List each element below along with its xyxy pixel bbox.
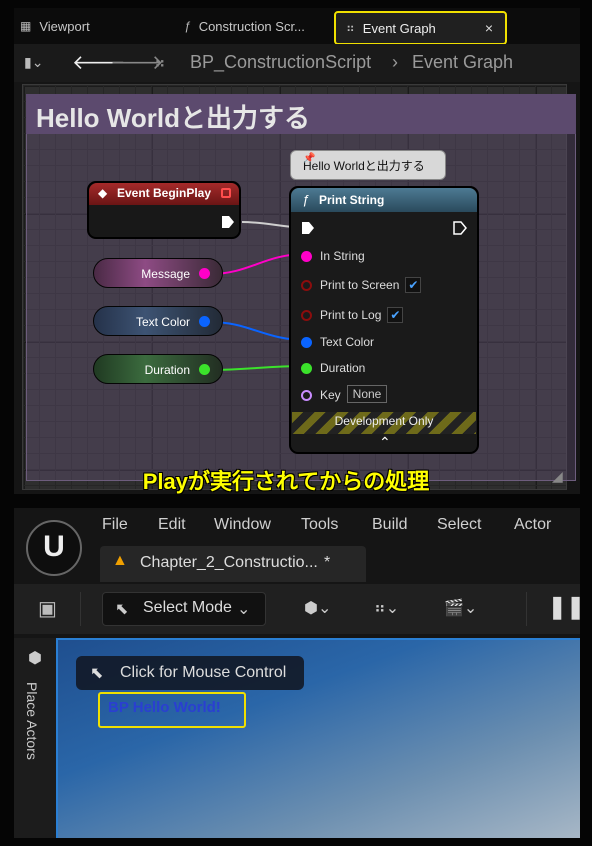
variable-text-color-label: Text Color bbox=[135, 315, 190, 329]
menu-build[interactable]: Build bbox=[372, 516, 408, 534]
pin-key-label: Key bbox=[320, 388, 341, 402]
function-icon: ƒ bbox=[302, 192, 310, 207]
pin-icon[interactable]: 📌 bbox=[303, 153, 441, 164]
pin-print-to-log[interactable]: Print to Log ✔ bbox=[301, 307, 404, 323]
event-icon: ◆ bbox=[98, 186, 108, 200]
menu-tools[interactable]: Tools bbox=[301, 516, 338, 534]
menu-select[interactable]: Select bbox=[437, 516, 481, 534]
print-to-log-checkbox[interactable]: ✔ bbox=[387, 307, 404, 323]
print-string-node[interactable]: ƒ Print String In String Print to Screen… bbox=[290, 187, 478, 453]
float-pin[interactable] bbox=[301, 362, 312, 374]
select-mode-label: Select Mode bbox=[143, 599, 232, 616]
place-actors-panel[interactable]: ⬢ Place Actors bbox=[14, 638, 56, 838]
exec-out-pin[interactable] bbox=[453, 221, 467, 235]
blueprint-icon[interactable]: ⠶⌄ bbox=[374, 598, 399, 618]
pin-print-to-screen[interactable]: Print to Screen ✔ bbox=[301, 277, 422, 293]
save-icon[interactable]: ▣ bbox=[38, 596, 57, 621]
blueprint-editor: ▦ Viewport ƒ Construction Scr... ⠶ Event… bbox=[14, 8, 580, 494]
mouse-cursor-icon: ⬉ bbox=[90, 665, 104, 682]
click-mouse-label: Click for Mouse Control bbox=[120, 664, 287, 681]
event-node-title: Event BeginPlay bbox=[117, 186, 212, 200]
variable-duration-label: Duration bbox=[144, 363, 190, 377]
pin-print-to-screen-label: Print to Screen bbox=[320, 278, 400, 292]
menu-actor[interactable]: Actor bbox=[514, 516, 551, 534]
bool-pin[interactable] bbox=[301, 279, 312, 291]
variable-message-node[interactable]: Message bbox=[93, 258, 223, 288]
name-pin[interactable] bbox=[301, 389, 312, 401]
key-value-field[interactable]: None bbox=[347, 385, 387, 403]
place-actors-label: Place Actors bbox=[24, 682, 40, 760]
pin-duration[interactable]: Duration bbox=[301, 361, 365, 375]
float-pin[interactable] bbox=[199, 364, 210, 375]
event-beginplay-node[interactable]: ◆ Event BeginPlay bbox=[88, 182, 240, 238]
exec-in-pin[interactable] bbox=[301, 221, 315, 235]
annotation-caption: Playが実行されてからの処理 bbox=[142, 469, 430, 494]
click-for-mouse-control-banner[interactable]: ⬉ Click for Mouse Control bbox=[76, 656, 304, 690]
unreal-logo-icon[interactable]: U bbox=[26, 520, 82, 576]
print-to-screen-checkbox[interactable]: ✔ bbox=[405, 277, 422, 293]
cinematics-icon[interactable]: 🎬⌄ bbox=[444, 598, 477, 618]
pin-duration-label: Duration bbox=[320, 361, 366, 375]
variable-text-color-node[interactable]: Text Color bbox=[93, 306, 223, 336]
resize-handle-icon[interactable]: ◢ bbox=[552, 468, 563, 485]
level-icon: ▲ bbox=[112, 552, 128, 569]
delegate-pin-icon[interactable] bbox=[221, 188, 231, 198]
add-actor-icon[interactable]: ⬢⌄ bbox=[304, 598, 331, 618]
chevron-down-icon: ⌄ bbox=[237, 601, 251, 618]
bool-pin[interactable] bbox=[301, 309, 312, 321]
string-pin[interactable] bbox=[199, 268, 210, 279]
color-pin[interactable] bbox=[199, 316, 210, 327]
toolbar-divider bbox=[526, 592, 527, 626]
level-tab[interactable]: ▲ Chapter_2_Constructio... * bbox=[100, 546, 366, 582]
unsaved-indicator: * bbox=[324, 554, 331, 571]
select-mode-dropdown[interactable]: ⬉ Select Mode ⌄ bbox=[102, 592, 266, 626]
color-pin[interactable] bbox=[301, 336, 312, 348]
pause-icon[interactable]: ❚❚ bbox=[548, 594, 580, 620]
pin-in-string-label: In String bbox=[320, 249, 365, 263]
main-toolbar: ▣ ⬢⌄ ⠶⌄ 🎬⌄ ❚❚ bbox=[14, 584, 580, 634]
node-comment-bubble[interactable]: Hello Worldと出力する 📌 bbox=[290, 150, 446, 180]
screenshot-root: ▦ Viewport ƒ Construction Scr... ⠶ Event… bbox=[0, 0, 592, 846]
level-tab-title: Chapter_2_Constructio... bbox=[140, 554, 318, 571]
menu-file[interactable]: File bbox=[102, 516, 128, 534]
pin-print-to-log-label: Print to Log bbox=[320, 308, 382, 322]
print-string-title: Print String bbox=[319, 193, 385, 207]
collapse-chevron-icon[interactable]: ⌃ bbox=[379, 434, 391, 451]
level-editor: File Edit Window Tools Build Select Acto… bbox=[14, 508, 580, 838]
cursor-icon: ⬉ bbox=[115, 601, 129, 618]
place-actors-icon: ⬢ bbox=[28, 650, 42, 667]
pin-in-string[interactable]: In String bbox=[301, 249, 365, 263]
pin-key[interactable]: Key None bbox=[301, 385, 387, 403]
menu-window[interactable]: Window bbox=[214, 516, 271, 534]
debug-output-text: BP Hello World! bbox=[108, 699, 221, 716]
development-only-label: Development Only bbox=[334, 414, 434, 428]
toolbar-divider bbox=[80, 592, 81, 626]
pin-text-color-label: Text Color bbox=[320, 335, 375, 349]
debug-output-highlight: BP Hello World! bbox=[98, 692, 246, 728]
variable-duration-node[interactable]: Duration bbox=[93, 354, 223, 384]
pin-text-color[interactable]: Text Color bbox=[301, 335, 374, 349]
menu-edit[interactable]: Edit bbox=[158, 516, 186, 534]
exec-out-pin[interactable] bbox=[221, 215, 235, 229]
variable-message-label: Message bbox=[141, 267, 190, 281]
string-pin[interactable] bbox=[301, 250, 312, 262]
menu-bar: File Edit Window Tools Build Select Acto… bbox=[14, 508, 580, 544]
